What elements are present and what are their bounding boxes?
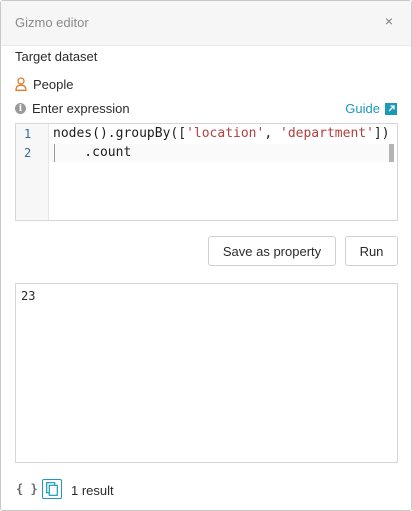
external-link-icon bbox=[385, 102, 397, 115]
close-icon[interactable]: × bbox=[385, 13, 393, 29]
save-as-property-button[interactable]: Save as property bbox=[208, 236, 336, 266]
code-line-2: .count bbox=[53, 145, 132, 160]
result-output: 23 bbox=[15, 283, 398, 463]
target-dataset-label: Target dataset bbox=[15, 49, 98, 64]
result-count: 1 result bbox=[71, 483, 114, 498]
text-cursor bbox=[54, 144, 55, 162]
code-token: , bbox=[264, 126, 280, 141]
table-view-icon[interactable] bbox=[42, 479, 62, 499]
line-number: 1 bbox=[24, 127, 32, 141]
expression-editor[interactable]: 1 2 nodes().groupBy(['location', 'depart… bbox=[15, 123, 398, 221]
guide-link[interactable]: Guide bbox=[345, 101, 397, 116]
line-gutter: 1 2 bbox=[16, 124, 49, 220]
dataset-selector[interactable]: People bbox=[15, 76, 73, 92]
run-button[interactable]: Run bbox=[345, 236, 398, 266]
panel-title: Gizmo editor bbox=[15, 15, 89, 30]
code-line-1: nodes().groupBy(['location', 'department… bbox=[53, 126, 390, 141]
guide-label: Guide bbox=[345, 101, 380, 116]
code-string-token: 'location' bbox=[186, 126, 265, 141]
horizontal-scrollbar-thumb[interactable] bbox=[389, 144, 394, 162]
code-token: ]) bbox=[373, 126, 390, 141]
expression-label: Enter expression bbox=[32, 101, 130, 116]
person-icon bbox=[15, 77, 27, 91]
dataset-name: People bbox=[33, 76, 74, 92]
code-string-token: 'department' bbox=[280, 126, 374, 141]
panel-header: Gizmo editor × bbox=[1, 1, 411, 46]
code-token: nodes().groupBy([ bbox=[53, 126, 187, 141]
json-view-icon[interactable]: { } bbox=[16, 482, 38, 496]
expression-header: i Enter expression bbox=[15, 101, 130, 116]
result-value: 23 bbox=[21, 289, 36, 303]
info-icon: i bbox=[15, 103, 26, 114]
gizmo-editor-panel: Gizmo editor × Target dataset People i E… bbox=[0, 0, 412, 511]
line-number: 2 bbox=[24, 146, 32, 160]
